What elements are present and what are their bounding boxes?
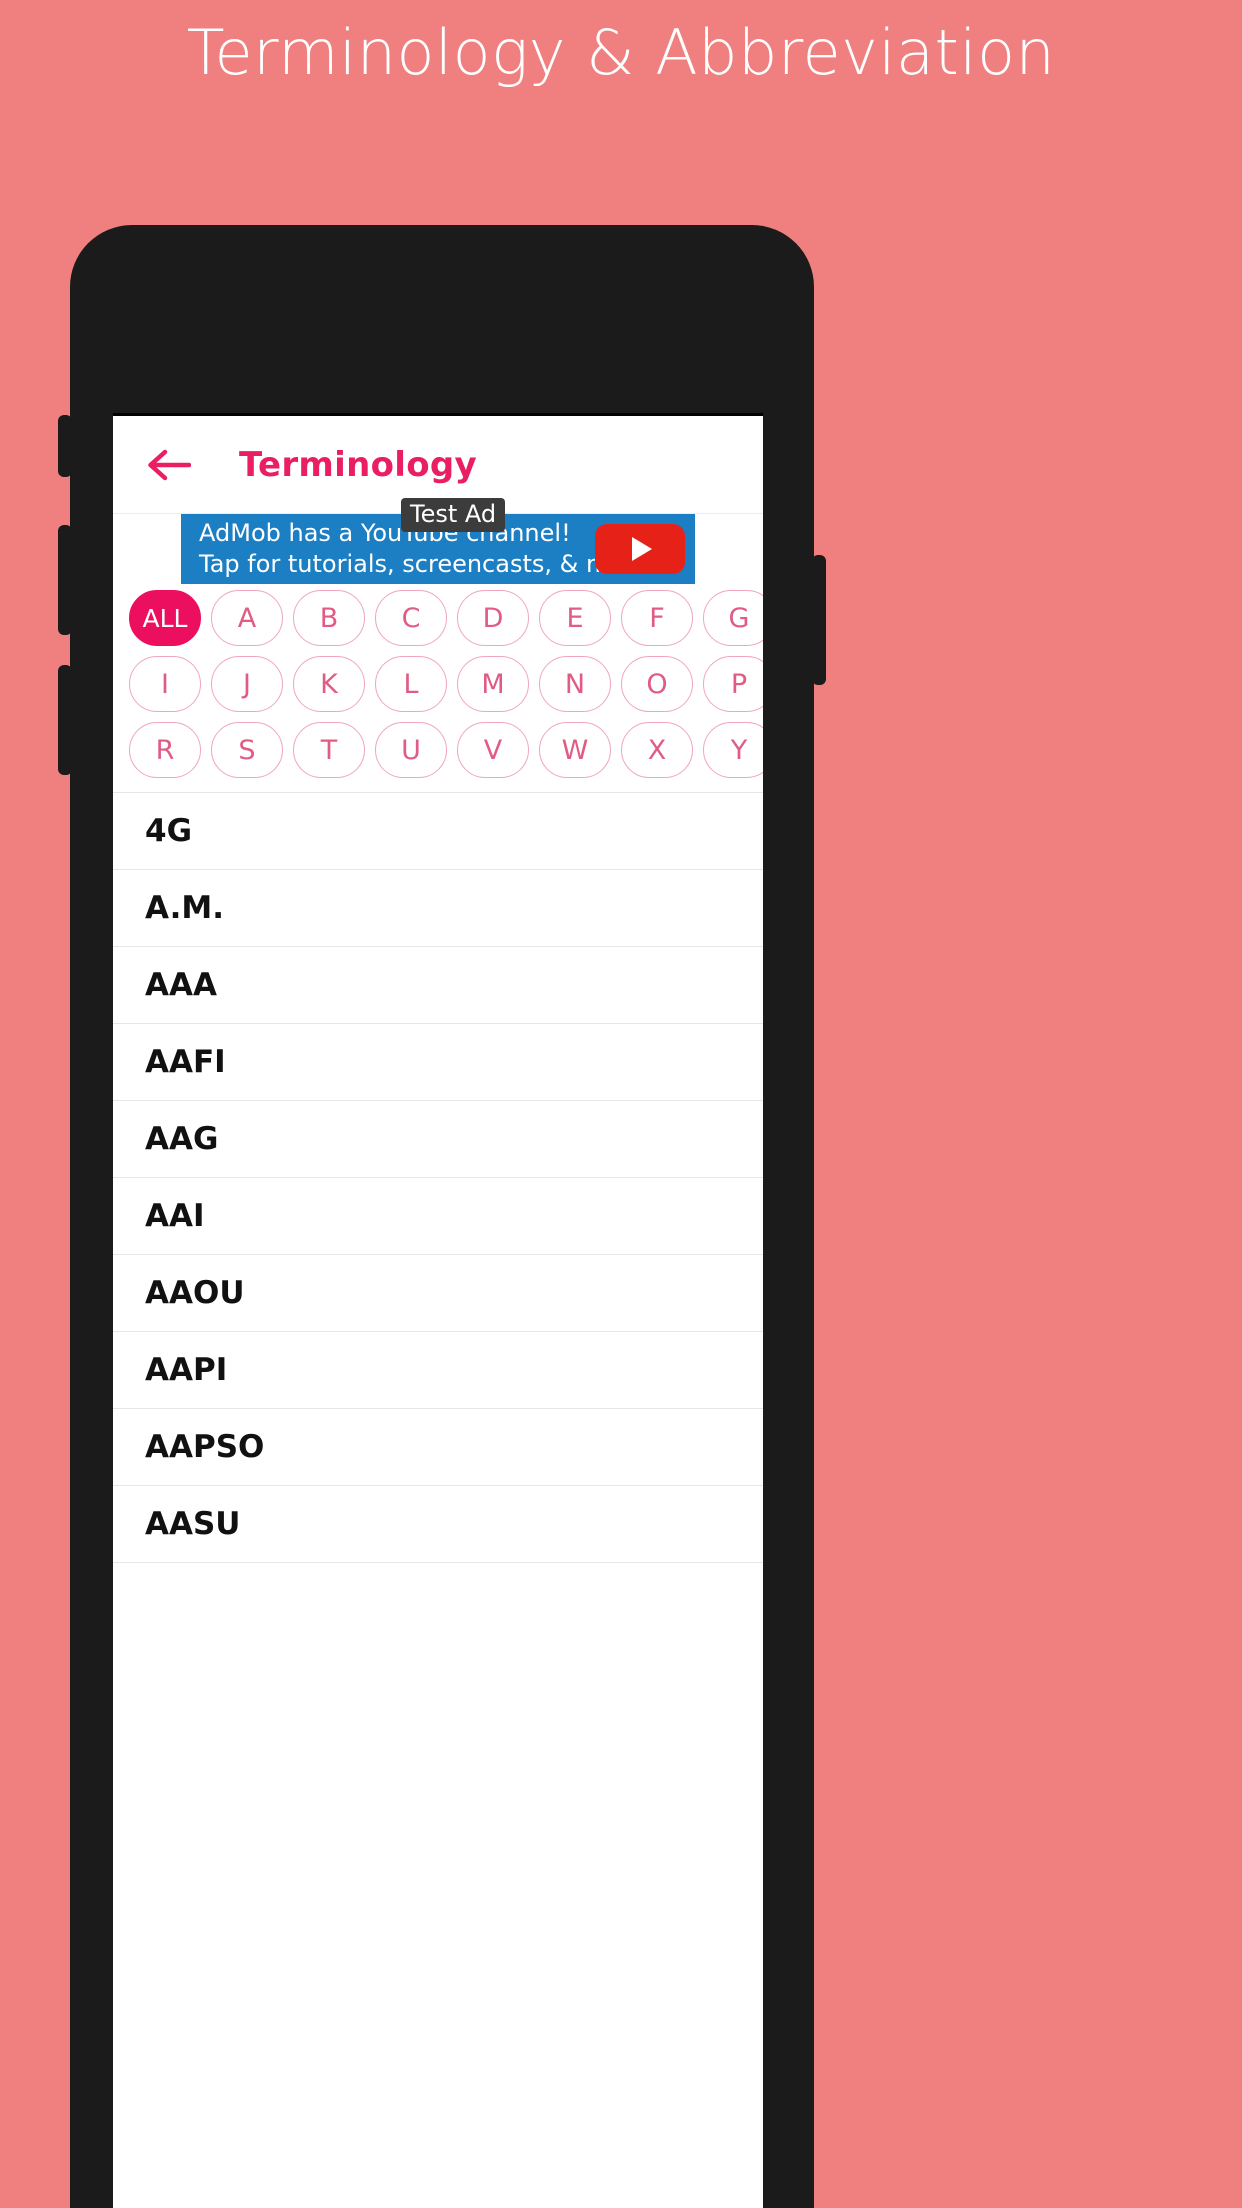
list-item[interactable]: AAA — [113, 947, 763, 1024]
alpha-chip-p[interactable]: P — [703, 656, 763, 712]
alpha-chip-s[interactable]: S — [211, 722, 283, 778]
top-ad-line2: Tap for tutorials, screencasts, & more. — [199, 550, 656, 578]
term-list[interactable]: 4G A.M. AAA AAFI AAG AAI AAOU AAPI AAPSO… — [113, 792, 763, 1563]
top-ad-container: AdMob has a YouTube channel! Tap for tut… — [113, 498, 763, 584]
phone-power-button — [812, 555, 826, 685]
alpha-chip-e[interactable]: E — [539, 590, 611, 646]
alpha-chip-x[interactable]: X — [621, 722, 693, 778]
list-item[interactable]: 4G — [113, 793, 763, 870]
list-item[interactable]: AAPSO — [113, 1409, 763, 1486]
alpha-chip-k[interactable]: K — [293, 656, 365, 712]
term-label: 4G — [145, 813, 193, 849]
term-label: A.M. — [145, 890, 224, 926]
list-item[interactable]: AASU — [113, 1486, 763, 1563]
alphabet-filter-row: ALL A B C D E F G H — [113, 590, 763, 646]
page-title: Terminology — [239, 444, 477, 485]
term-label: AASU — [145, 1506, 241, 1542]
term-label: AAOU — [145, 1275, 245, 1311]
top-ad-test-badge: Test Ad — [401, 498, 506, 532]
term-label: AAI — [145, 1198, 205, 1234]
back-button[interactable] — [141, 438, 195, 492]
alpha-chip-all[interactable]: ALL — [129, 590, 201, 646]
list-item[interactable]: AAG — [113, 1101, 763, 1178]
alpha-chip-v[interactable]: V — [457, 722, 529, 778]
alpha-chip-y[interactable]: Y — [703, 722, 763, 778]
alpha-chip-c[interactable]: C — [375, 590, 447, 646]
alphabet-filter-row: I J K L M N O P Q — [113, 656, 763, 712]
alpha-chip-d[interactable]: D — [457, 590, 529, 646]
alphabet-filter-row: R S T U V W X Y Z — [113, 722, 763, 778]
list-item[interactable]: AAOU — [113, 1255, 763, 1332]
term-label: AAPSO — [145, 1429, 265, 1465]
alpha-chip-i[interactable]: I — [129, 656, 201, 712]
phone-screen: Terminology AdMob has a YouTube channel!… — [113, 413, 763, 2208]
phone-volume-up-button — [58, 525, 72, 635]
alpha-chip-b[interactable]: B — [293, 590, 365, 646]
list-item[interactable]: AAI — [113, 1178, 763, 1255]
alpha-chip-j[interactable]: J — [211, 656, 283, 712]
alpha-chip-f[interactable]: F — [621, 590, 693, 646]
alpha-chip-l[interactable]: L — [375, 656, 447, 712]
phone-mute-switch — [58, 415, 72, 477]
list-item[interactable]: AAFI — [113, 1024, 763, 1101]
term-label: AAFI — [145, 1044, 226, 1080]
alpha-chip-t[interactable]: T — [293, 722, 365, 778]
alpha-chip-m[interactable]: M — [457, 656, 529, 712]
alphabet-filter: ALL A B C D E F G H I J K L M N O P Q — [113, 584, 763, 792]
top-banner-ad[interactable]: AdMob has a YouTube channel! Tap for tut… — [181, 498, 695, 584]
term-label: AAPI — [145, 1352, 228, 1388]
alpha-chip-a[interactable]: A — [211, 590, 283, 646]
term-label: AAG — [145, 1121, 219, 1157]
alpha-chip-n[interactable]: N — [539, 656, 611, 712]
alpha-chip-g[interactable]: G — [703, 590, 763, 646]
alpha-chip-w[interactable]: W — [539, 722, 611, 778]
alpha-chip-u[interactable]: U — [375, 722, 447, 778]
list-item[interactable]: AAPI — [113, 1332, 763, 1409]
promo-title: Terminology & Abbreviation — [186, 16, 1056, 89]
list-item[interactable]: A.M. — [113, 870, 763, 947]
term-label: AAA — [145, 967, 217, 1003]
phone-volume-down-button — [58, 665, 72, 775]
phone-device-frame: Terminology AdMob has a YouTube channel!… — [58, 225, 826, 2208]
arrow-left-icon — [145, 448, 191, 482]
top-ad-line1: AdMob has a YouTube channel! — [199, 519, 571, 547]
youtube-play-icon[interactable] — [595, 524, 685, 574]
alpha-chip-o[interactable]: O — [621, 656, 693, 712]
alpha-chip-r[interactable]: R — [129, 722, 201, 778]
